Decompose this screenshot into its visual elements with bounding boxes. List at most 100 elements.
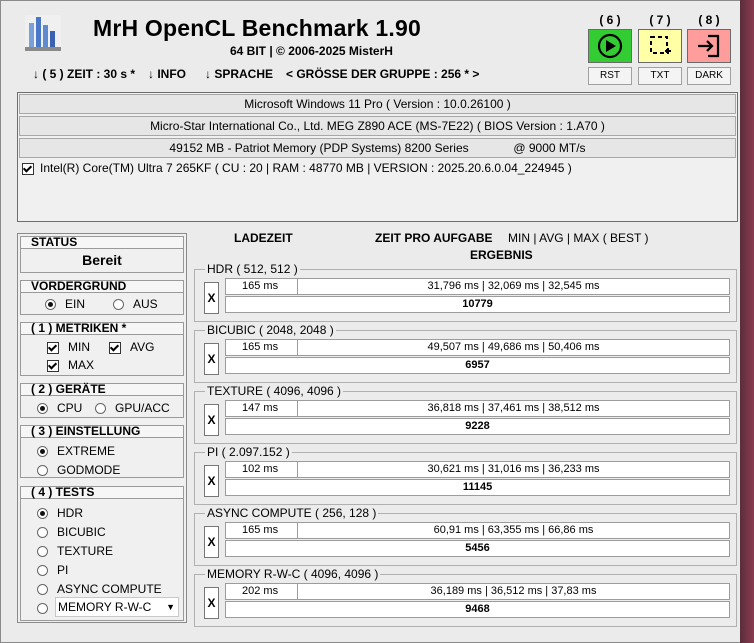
radio-icon: [37, 527, 48, 539]
metriken-header: ( 1 ) METRIKEN *: [20, 321, 184, 335]
radio-selected-icon: [37, 403, 48, 415]
result-load: 147 ms: [225, 400, 298, 417]
clear-result-button[interactable]: X: [204, 587, 219, 619]
checkbox-icon: [47, 341, 59, 354]
result-card-bicubic: BICUBIC ( 2048, 2048 ) X 165 ms 49,507 m…: [194, 323, 737, 383]
result-times: 36,818 ms | 37,461 ms | 38,512 ms: [297, 400, 730, 417]
col-ergebnis: ERGEBNIS: [470, 248, 533, 262]
result-load: 202 ms: [225, 583, 298, 600]
result-title: MEMORY R-W-C ( 4096, 4096 ): [205, 567, 381, 581]
memory-text: 49152 MB - Patriot Memory (PDP Systems) …: [169, 141, 469, 155]
test-pi-radio[interactable]: PI: [37, 563, 68, 577]
tests-header: ( 4 ) TESTS: [20, 485, 184, 499]
radio-selected-icon: [37, 446, 48, 458]
geraete-box: CPU GPU/ACC: [20, 396, 184, 418]
select-crop-icon: [650, 36, 671, 54]
cpu-device-row[interactable]: Intel(R) Core(TM) Ultra 7 265KF ( CU : 2…: [22, 161, 572, 175]
run-button[interactable]: [588, 29, 632, 63]
menu-gruppe[interactable]: < GRÖSSE DER GRUPPE : 256 * >: [286, 67, 479, 81]
app-title: MrH OpenCL Benchmark 1.90: [93, 15, 421, 41]
result-times: 30,621 ms | 31,016 ms | 36,233 ms: [297, 461, 730, 478]
board-info: Micro-Star International Co., Ltd. MEG Z…: [19, 116, 736, 136]
dark-button[interactable]: [687, 29, 731, 63]
os-info: Microsoft Windows 11 Pro ( Version : 10.…: [19, 94, 736, 114]
result-load: 102 ms: [225, 461, 298, 478]
dark-label[interactable]: DARK: [687, 67, 731, 85]
app-subtitle: 64 BIT | © 2006-2025 MisterH: [230, 44, 393, 58]
menu-info[interactable]: ↓ INFO: [148, 67, 186, 81]
cpu-device-checkbox[interactable]: [22, 162, 34, 175]
status-box: Bereit: [20, 249, 184, 273]
clear-result-button[interactable]: X: [204, 526, 219, 558]
desktop-background: [740, 0, 754, 643]
result-load: 165 ms: [225, 522, 298, 539]
result-score: 5456: [225, 540, 730, 557]
clear-result-button[interactable]: X: [204, 282, 219, 314]
einstellung-box: EXTREME GODMODE: [20, 438, 184, 478]
vordergrund-ein-radio[interactable]: EIN: [45, 297, 85, 311]
metric-avg-checkbox[interactable]: AVG: [109, 340, 154, 354]
settings-panel: STATUS Bereit VORDERGRUND EIN AUS ( 1 ) …: [17, 233, 187, 623]
radio-icon: [95, 403, 106, 415]
clear-result-button[interactable]: X: [204, 465, 219, 497]
result-title: HDR ( 512, 512 ): [205, 262, 300, 276]
txt-button[interactable]: [638, 29, 682, 63]
result-load: 165 ms: [225, 339, 298, 356]
memory-speed: @ 9000 MT/s: [513, 141, 586, 155]
device-cpu-radio[interactable]: CPU: [37, 401, 82, 415]
col-minmax: MIN | AVG | MAX ( BEST ): [508, 231, 649, 245]
result-score: 11145: [225, 479, 730, 496]
menu-sprache[interactable]: ↓ SPRACHE: [205, 67, 273, 81]
tb-num-dark: ( 8 ): [698, 13, 720, 27]
result-title: PI ( 2.097.152 ): [205, 445, 292, 459]
rst-label[interactable]: RST: [588, 67, 632, 85]
system-info-panel: Microsoft Windows 11 Pro ( Version : 10.…: [17, 92, 738, 222]
test-memory-radio[interactable]: [37, 601, 57, 615]
radio-icon: [37, 603, 48, 615]
result-title: TEXTURE ( 4096, 4096 ): [205, 384, 344, 398]
test-hdr-radio[interactable]: HDR: [37, 506, 83, 520]
col-ladezeit: LADEZEIT: [234, 231, 293, 245]
metriken-box: MIN AVG MAX: [20, 335, 184, 376]
result-score: 10779: [225, 296, 730, 313]
result-times: 36,189 ms | 36,512 ms | 37,83 ms: [297, 583, 730, 600]
test-texture-radio[interactable]: TEXTURE: [37, 544, 113, 558]
clear-result-button[interactable]: X: [204, 343, 219, 375]
tests-box: HDR BICUBIC TEXTURE PI ASYNC COMPUTE MEM…: [20, 499, 184, 621]
result-score: 9468: [225, 601, 730, 618]
result-card-pi: PI ( 2.097.152 ) X 102 ms 30,621 ms | 31…: [194, 445, 737, 505]
menu-zeit[interactable]: ↓ ( 5 ) ZEIT : 30 s *: [33, 67, 135, 81]
txt-label[interactable]: TXT: [638, 67, 682, 85]
mode-extreme-radio[interactable]: EXTREME: [37, 444, 115, 458]
checkbox-icon: [109, 341, 121, 354]
clear-result-button[interactable]: X: [204, 404, 219, 436]
result-times: 49,507 ms | 49,686 ms | 50,406 ms: [297, 339, 730, 356]
test-bicubic-radio[interactable]: BICUBIC: [37, 525, 106, 539]
metric-max-checkbox[interactable]: MAX: [47, 358, 94, 372]
result-load: 165 ms: [225, 278, 298, 295]
radio-selected-icon: [37, 508, 48, 520]
radio-icon: [37, 546, 48, 558]
device-gpu-radio[interactable]: GPU/ACC: [95, 401, 170, 415]
radio-icon: [113, 299, 124, 311]
memory-info: 49152 MB - Patriot Memory (PDP Systems) …: [19, 138, 736, 158]
metric-min-checkbox[interactable]: MIN: [47, 340, 90, 354]
result-score: 6957: [225, 357, 730, 374]
vordergrund-header: VORDERGRUND: [20, 279, 184, 293]
test-memory-select[interactable]: MEMORY R-W-C ▼: [55, 597, 179, 617]
chevron-down-icon: ▼: [166, 602, 175, 612]
status-header: STATUS: [20, 235, 184, 249]
mode-godmode-radio[interactable]: GODMODE: [37, 463, 120, 477]
result-title: ASYNC COMPUTE ( 256, 128 ): [205, 506, 379, 520]
status-value: Bereit: [82, 252, 122, 268]
tb-num-txt: ( 7 ): [649, 13, 671, 27]
test-async-radio[interactable]: ASYNC COMPUTE: [37, 582, 162, 596]
result-card-texture: TEXTURE ( 4096, 4096 ) X 147 ms 36,818 m…: [194, 384, 737, 444]
einstellung-header: ( 3 ) EINSTELLUNG: [20, 424, 184, 438]
radio-selected-icon: [45, 299, 56, 311]
app-window: MrH OpenCL Benchmark 1.90 64 BIT | © 200…: [0, 0, 754, 643]
play-icon: [597, 33, 623, 59]
result-title: BICUBIC ( 2048, 2048 ): [205, 323, 336, 337]
geraete-header: ( 2 ) GERÄTE: [20, 382, 184, 396]
vordergrund-aus-radio[interactable]: AUS: [113, 297, 158, 311]
